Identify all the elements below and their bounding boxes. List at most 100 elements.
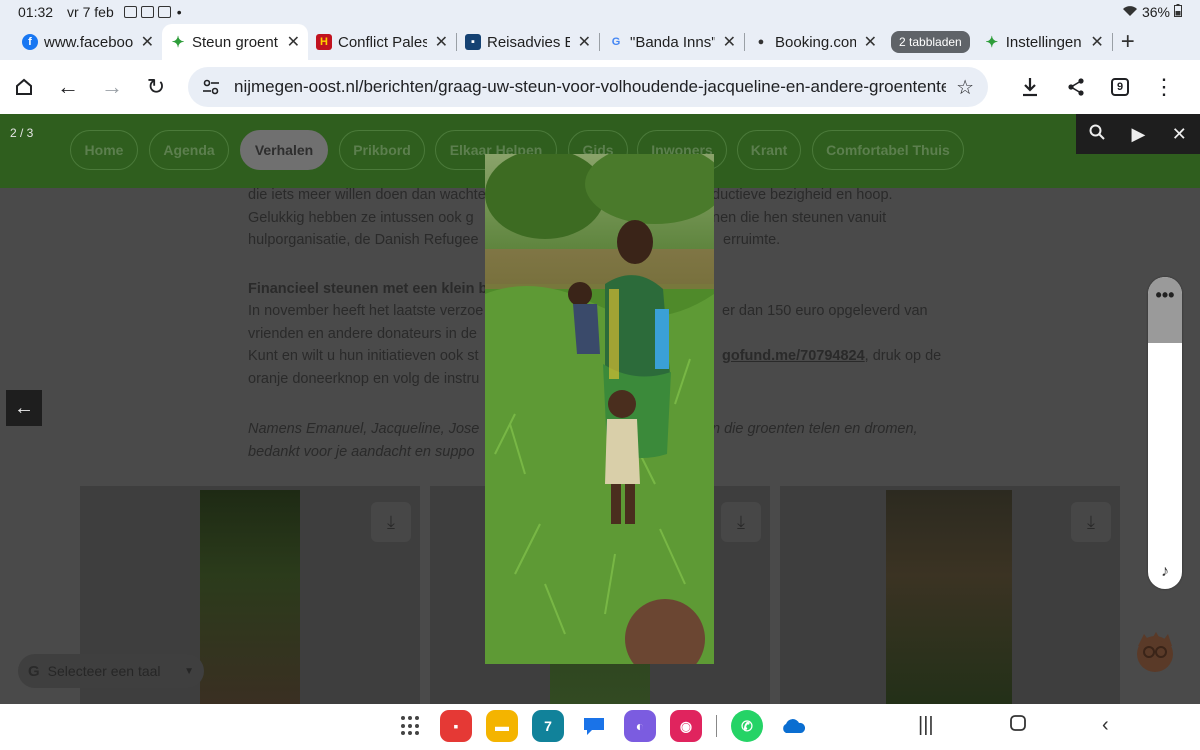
tab-divider	[1111, 33, 1113, 51]
tab-label: Conflict Pales	[338, 33, 427, 51]
text-line: vrienden en andere donateurs in de	[248, 325, 477, 342]
gallery-photo[interactable]	[200, 490, 300, 704]
onedrive-app-icon[interactable]	[777, 710, 809, 742]
mail-notification-icon	[140, 6, 154, 18]
dock-divider	[716, 715, 717, 737]
notification-icons	[123, 6, 171, 18]
close-icon[interactable]: ✕	[578, 32, 591, 52]
nav-verhalen[interactable]: Verhalen	[240, 130, 328, 170]
tab-google-search[interactable]: G "Banda Inns" ✕	[600, 26, 744, 58]
tab-label: www.faceboo	[44, 33, 133, 51]
home-button-icon[interactable]	[1009, 714, 1027, 738]
google-icon: G	[28, 662, 40, 680]
date: vr 7 feb	[67, 4, 114, 20]
volume-menu-icon[interactable]: •••	[1148, 285, 1182, 306]
close-icon[interactable]: ✕	[1090, 32, 1103, 52]
site-settings-icon[interactable]	[202, 78, 220, 96]
play-slideshow-icon[interactable]: ▶	[1132, 124, 1146, 145]
language-selector[interactable]: G Selecteer een taal ▼	[18, 654, 204, 688]
reload-icon[interactable]: ↻	[134, 65, 178, 109]
tab-count: 9	[1111, 78, 1129, 96]
zoom-icon[interactable]	[1089, 124, 1105, 145]
close-icon[interactable]: ✕	[864, 32, 877, 52]
volume-slider[interactable]: ••• ♪	[1148, 277, 1182, 589]
internet-app-icon[interactable]: ◐	[624, 710, 656, 742]
mascot-icon	[1130, 626, 1180, 686]
gallery-photo[interactable]	[886, 490, 1012, 704]
text-line: hulporganisatie, de Danish Refugee	[248, 232, 479, 248]
tab-label: Reisadvies Er	[487, 33, 570, 51]
back-icon[interactable]: ←	[46, 65, 90, 109]
url-text[interactable]: nijmegen-oost.nl/berichten/graag-uw-steu…	[234, 77, 946, 97]
battery-icon	[1174, 4, 1182, 20]
messages-app-icon[interactable]	[578, 710, 610, 742]
globe-icon: ●	[757, 36, 765, 48]
google-icon: G	[611, 36, 621, 48]
tab-steun-groenten[interactable]: ✦ Steun groent ✕	[162, 24, 308, 60]
download-icon[interactable]	[1008, 65, 1052, 109]
nav-krant[interactable]: Krant	[737, 130, 801, 170]
gallery-notification-icon	[123, 6, 137, 18]
download-icon[interactable]: ⤓	[1071, 502, 1111, 542]
site-favicon-icon: ✦	[985, 34, 999, 51]
tab-group-chip[interactable]: 2 tabbladen	[891, 31, 970, 53]
tab-conflict[interactable]: H Conflict Pales ✕	[308, 26, 456, 58]
slides-app-icon[interactable]: ▪	[440, 710, 472, 742]
tab-label: "Banda Inns"	[630, 33, 715, 51]
calendar-app-icon[interactable]: 7	[532, 710, 564, 742]
share-icon[interactable]	[1054, 65, 1098, 109]
recent-apps-icon[interactable]: |||	[918, 714, 934, 737]
web-page: Home Agenda Verhalen Prikbord Elkaar Hel…	[0, 114, 1200, 704]
download-icon[interactable]: ⤓	[371, 502, 411, 542]
files-app-icon[interactable]: ▬	[486, 710, 518, 742]
tab-strip: f www.faceboo ✕ ✦ Steun groent ✕ H Confl…	[0, 24, 1200, 60]
app-drawer-icon[interactable]	[400, 715, 422, 737]
system-back-icon[interactable]: ‹	[1102, 714, 1109, 737]
more-menu-icon[interactable]: ⋮	[1142, 65, 1186, 109]
text-line: Kunt en wilt u hun initiatieven ook st	[248, 348, 479, 364]
more-notifications-dot: •	[176, 4, 182, 20]
forward-icon[interactable]: →	[90, 65, 134, 109]
whatsapp-app-icon[interactable]: ✆	[731, 710, 763, 742]
tab-label: Steun groent	[192, 33, 278, 51]
previous-image-button[interactable]: ←	[6, 390, 42, 426]
text-line: Namens Emanuel, Jacqueline, Jose	[248, 421, 480, 437]
media-volume-icon[interactable]: ♪	[1148, 563, 1182, 581]
text-line: , druk op de	[864, 348, 942, 364]
text-line: er dan 150 euro opgeleverd van	[722, 303, 928, 319]
tab-booking[interactable]: ● Booking.com ✕	[745, 26, 885, 58]
new-tab-icon[interactable]: +	[1121, 28, 1135, 56]
taskbar-dock: ▪ ▬ 7 ◐ ◉ ✆	[400, 710, 809, 742]
text-line: ductieve bezigheid en hoop.	[712, 187, 893, 203]
tab-facebook[interactable]: f www.faceboo ✕	[14, 26, 162, 58]
text-line: erruimte.	[723, 232, 781, 248]
tab-switcher-button[interactable]: 9	[1098, 65, 1142, 109]
close-icon[interactable]: ✕	[1172, 124, 1187, 145]
close-icon[interactable]: ✕	[141, 32, 154, 52]
nav-comfortabel-thuis[interactable]: Comfortabel Thuis	[812, 130, 964, 170]
home-icon[interactable]	[2, 65, 46, 109]
lightbox-counter: 2 / 3	[10, 126, 34, 140]
gofundme-link[interactable]: gofund.me/70794824	[722, 348, 865, 364]
tab-reisadvies[interactable]: ▪ Reisadvies Er ✕	[457, 26, 599, 58]
text-line: bedankt voor je aandacht en suppo	[248, 443, 475, 460]
system-navigation-bar: ▪ ▬ 7 ◐ ◉ ✆ ||| ‹	[0, 704, 1200, 750]
lightbox-toolbar: ▶ ✕	[1076, 114, 1200, 154]
text-line: In november heeft het laatste verzoe	[248, 303, 484, 319]
nav-prikbord[interactable]: Prikbord	[339, 130, 425, 170]
clock: 01:32	[18, 4, 54, 20]
text-line: Gelukkig hebben ze intussen ook g	[248, 209, 474, 226]
address-bar[interactable]: nijmegen-oost.nl/berichten/graag-uw-steu…	[188, 67, 988, 107]
battery-level: 36%	[1141, 4, 1170, 20]
download-icon[interactable]: ⤓	[721, 502, 761, 542]
tab-instellingen[interactable]: ✦ Instellingen v ✕	[976, 26, 1112, 58]
nav-agenda[interactable]: Agenda	[149, 130, 229, 170]
bookmark-star-icon[interactable]: ☆	[956, 75, 974, 100]
close-icon[interactable]: ✕	[287, 32, 300, 52]
nav-home[interactable]: Home	[70, 130, 138, 170]
history-favicon-icon: H	[316, 34, 332, 50]
camera-app-icon[interactable]: ◉	[670, 710, 702, 742]
site-favicon-icon: ✦	[171, 34, 185, 51]
close-icon[interactable]: ✕	[723, 32, 736, 52]
close-icon[interactable]: ✕	[435, 32, 448, 52]
